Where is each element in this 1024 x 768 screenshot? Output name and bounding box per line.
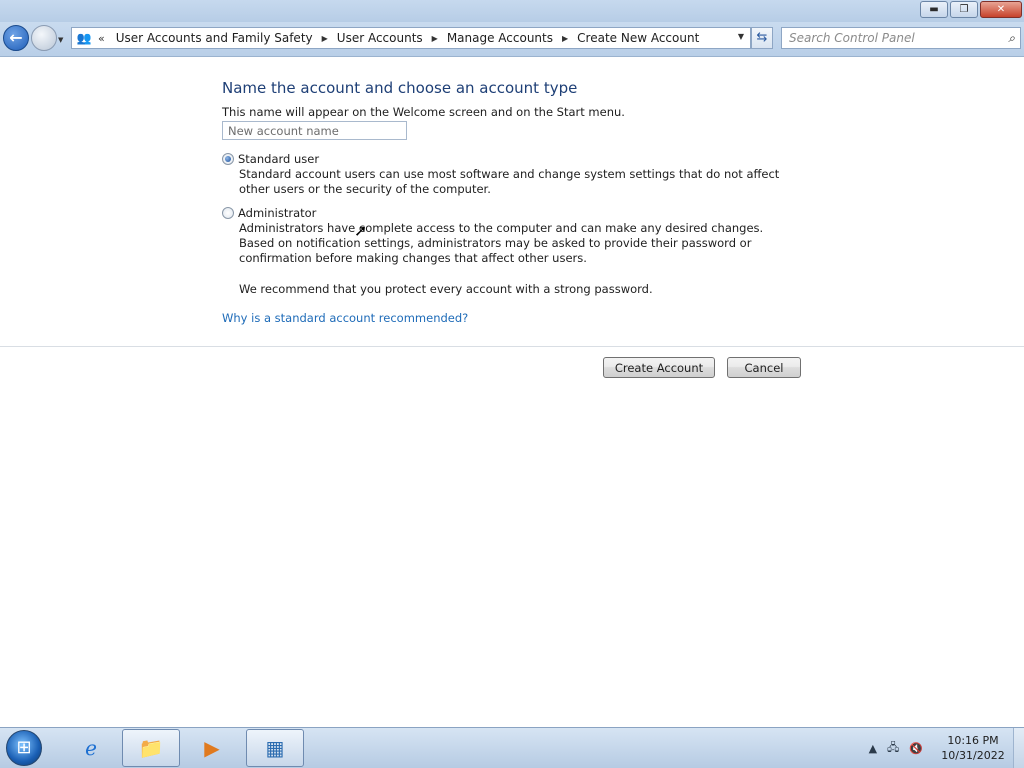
breadcrumb-arrow-icon[interactable]: ▶ (322, 34, 328, 43)
close-icon: ✕ (996, 4, 1006, 15)
breadcrumb-create-new-account[interactable]: Create New Account (574, 31, 702, 45)
taskbar-file-explorer[interactable]: 📁 (122, 729, 180, 767)
breadcrumb-manage-accounts[interactable]: Manage Accounts (444, 31, 556, 45)
taskbar: ⊞ ℯ 📁 ▶ ▦ ▲ 🖧 🔇 10:16 PM 10/31/2022 (0, 727, 1024, 768)
breadcrumb-arrow-icon[interactable]: ▶ (432, 34, 438, 43)
administrator-option[interactable]: Administrator (222, 206, 316, 220)
search-icon[interactable]: ⌕ (1008, 31, 1015, 46)
main-content: Name the account and choose an account t… (0, 57, 1024, 727)
clock-date: 10/31/2022 (941, 749, 1005, 762)
standard-user-description: Standard account users can use most soft… (239, 167, 780, 196)
recent-pages-dropdown[interactable]: ▼ (58, 36, 63, 44)
divider (0, 346, 1024, 347)
back-button[interactable]: ← (3, 25, 29, 51)
page-title: Name the account and choose an account t… (222, 79, 578, 97)
back-arrow-icon: ← (9, 28, 23, 47)
taskbar-internet-explorer[interactable]: ℯ (62, 729, 120, 767)
minimize-icon: ▬ (929, 4, 939, 15)
file-explorer-icon: 📁 (138, 736, 164, 760)
window-title-bar: ▬ ❐ ✕ (0, 0, 1024, 22)
administrator-radio[interactable] (222, 207, 234, 219)
password-recommendation: We recommend that you protect every acco… (239, 282, 653, 296)
volume-muted-icon[interactable]: 🔇 (909, 742, 923, 755)
create-account-button[interactable]: Create Account (603, 357, 715, 378)
show-hidden-icons-icon[interactable]: ▲ (869, 742, 877, 755)
standard-user-radio[interactable] (222, 153, 234, 165)
forward-button[interactable] (31, 25, 57, 51)
restore-button[interactable]: ❐ (950, 1, 978, 18)
control-panel-icon: ▦ (265, 736, 285, 760)
cancel-button[interactable]: Cancel (727, 357, 801, 378)
why-standard-account-link[interactable]: Why is a standard account recommended? (222, 311, 468, 325)
start-button[interactable]: ⊞ (6, 730, 42, 766)
refresh-button[interactable]: ⇆ (751, 27, 773, 49)
mouse-pointer-icon: ➚ (354, 221, 368, 240)
administrator-label[interactable]: Administrator (238, 206, 316, 220)
refresh-icon: ⇆ (756, 30, 768, 45)
standard-user-label[interactable]: Standard user (238, 152, 319, 166)
show-desktop-button[interactable] (1013, 728, 1024, 768)
navigation-bar: ← ▼ 👥 « User Accounts and Family Safety … (0, 22, 1024, 57)
administrator-description: Administrators have complete access to t… (239, 221, 764, 265)
address-dropdown-icon[interactable]: ▼ (738, 32, 744, 41)
page-description: This name will appear on the Welcome scr… (222, 105, 625, 119)
system-tray: ▲ 🖧 🔇 10:16 PM 10/31/2022 (869, 728, 1024, 768)
taskbar-control-panel[interactable]: ▦ (246, 729, 304, 767)
network-icon[interactable]: 🖧 (887, 739, 899, 758)
taskbar-media-player[interactable]: ▶ (183, 729, 241, 767)
system-clock[interactable]: 10:16 PM 10/31/2022 (933, 733, 1013, 763)
close-button[interactable]: ✕ (980, 1, 1022, 18)
breadcrumb-user-accounts[interactable]: User Accounts (334, 31, 426, 45)
breadcrumb-user-accounts-family-safety[interactable]: User Accounts and Family Safety (113, 31, 316, 45)
user-accounts-icon: 👥 (76, 31, 92, 45)
restore-icon: ❐ (959, 4, 969, 15)
breadcrumb-arrow-icon[interactable]: ▶ (562, 34, 568, 43)
minimize-button[interactable]: ▬ (920, 1, 948, 18)
media-player-icon: ▶ (204, 736, 220, 760)
window-controls: ▬ ❐ ✕ (920, 1, 1022, 18)
internet-explorer-icon: ℯ (85, 736, 97, 760)
search-box[interactable]: ⌕ (781, 27, 1021, 49)
double-chevron-icon[interactable]: « (98, 32, 105, 45)
account-name-input[interactable] (222, 121, 407, 140)
address-bar[interactable]: 👥 « User Accounts and Family Safety ▶ Us… (71, 27, 751, 49)
windows-logo-icon: ⊞ (16, 737, 32, 758)
standard-user-option[interactable]: Standard user (222, 152, 319, 166)
clock-time: 10:16 PM (947, 734, 999, 747)
search-input[interactable] (782, 28, 989, 48)
